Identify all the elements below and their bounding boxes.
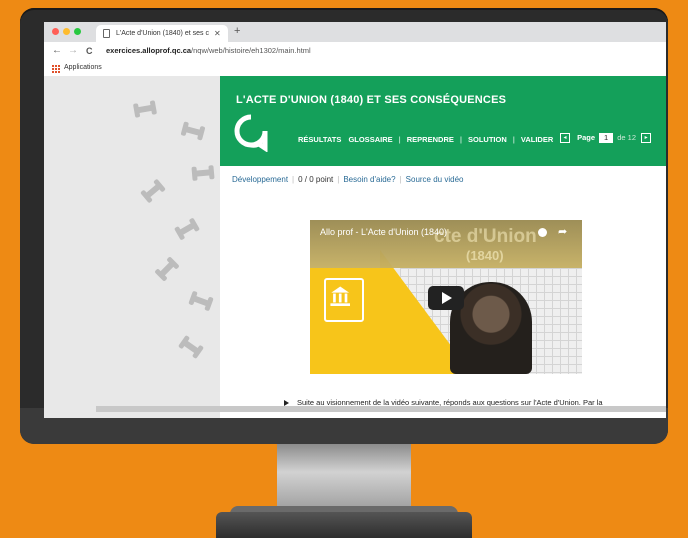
screen: L'Acte d'Union (1840) et ses c ✕ + ← → C… xyxy=(44,22,666,418)
info-separator: | xyxy=(399,175,402,184)
play-button[interactable] xyxy=(428,286,464,310)
monument-icon xyxy=(324,278,364,322)
back-button[interactable]: ← xyxy=(52,45,62,56)
page-title: L'ACTE D'UNION (1840) ET SES CONSÉQUENCE… xyxy=(236,94,507,106)
share-icon[interactable]: ➦ xyxy=(558,225,567,238)
exercise-header: L'ACTE D'UNION (1840) ET SES CONSÉQUENCE… xyxy=(220,76,666,166)
pager: ◂ Page 1 de 12 ▸ xyxy=(560,133,652,145)
dumbbell-icon xyxy=(183,125,203,137)
dumbbell-icon xyxy=(135,104,155,114)
page-number-input[interactable]: 1 xyxy=(599,133,614,144)
window-maximize-button[interactable] xyxy=(74,28,81,35)
browser-toolbar: ← → C exercices.alloprof.qc.ca/nqw/web/h… xyxy=(44,42,666,63)
header-menu: RÉSULTATS GLOSSAIRE | REPRENDRE | SOLUTI… xyxy=(298,135,553,144)
pager-label: Page xyxy=(577,133,596,142)
pager-of: de xyxy=(617,133,626,142)
menu-valider[interactable]: VALIDER xyxy=(521,135,553,144)
url-host: exercices.alloprof.qc.ca xyxy=(106,46,192,55)
info-separator: | xyxy=(337,175,340,184)
menu-reprendre[interactable]: REPRENDRE xyxy=(407,135,454,144)
info-bar: Développement | 0 / 0 point | Besoin d'aide?… xyxy=(232,175,463,184)
tab-close-icon[interactable]: ✕ xyxy=(214,29,221,38)
video-overlay-year: (1840) xyxy=(466,248,504,263)
reload-button[interactable]: C xyxy=(86,46,93,56)
page-icon xyxy=(103,29,110,38)
pager-total: 12 xyxy=(627,133,636,142)
browser-tab-bar: L'Acte d'Union (1840) et ses c ✕ + xyxy=(44,22,666,42)
watch-later-icon[interactable] xyxy=(538,228,547,237)
bookmarks-bar: Applications xyxy=(44,62,666,77)
address-bar[interactable]: exercices.alloprof.qc.ca/nqw/web/histoir… xyxy=(106,46,311,55)
window-minimize-button[interactable] xyxy=(63,28,70,35)
window-close-button[interactable] xyxy=(52,28,59,35)
youtube-video-player[interactable]: cte d'Union (1840) Allo prof - L'Acte d'… xyxy=(310,220,582,374)
menu-separator: | xyxy=(398,135,401,144)
dumbbell-icon xyxy=(158,260,176,278)
tab-title: L'Acte d'Union (1840) et ses c xyxy=(116,30,209,37)
score-text: 0 / 0 point xyxy=(298,175,334,184)
dumbbell-icon xyxy=(177,221,197,237)
monitor-stand-base xyxy=(216,512,472,538)
help-link[interactable]: Besoin d'aide? xyxy=(343,175,395,184)
bookmark-applications[interactable]: Applications xyxy=(64,64,102,71)
next-page-button[interactable]: ▸ xyxy=(641,133,652,144)
developpement-link[interactable]: Développement xyxy=(232,175,288,184)
dumbbell-icon xyxy=(191,295,211,307)
video-title[interactable]: Allo prof - L'Acte d'Union (1840) xyxy=(320,227,447,237)
menu-solution[interactable]: SOLUTION xyxy=(468,135,507,144)
dumbbell-icon xyxy=(181,339,201,355)
forward-button[interactable]: → xyxy=(68,45,78,56)
video-source-link[interactable]: Source du vidéo xyxy=(406,175,464,184)
alloprof-logo-icon xyxy=(234,114,268,152)
left-decorative-panel xyxy=(44,76,220,418)
apps-grid-icon xyxy=(52,65,60,73)
url-path: /nqw/web/histoire/eh1302/main.html xyxy=(191,46,311,55)
info-separator: | xyxy=(292,175,295,184)
menu-separator: | xyxy=(459,135,462,144)
menu-separator: | xyxy=(512,135,515,144)
dumbbell-icon xyxy=(144,182,162,200)
menu-glossaire[interactable]: GLOSSAIRE xyxy=(348,135,392,144)
prev-page-button[interactable]: ◂ xyxy=(560,133,570,144)
new-tab-button[interactable]: + xyxy=(234,25,240,37)
monitor-stand-neck xyxy=(277,444,411,514)
horizontal-scrollbar[interactable] xyxy=(96,406,666,412)
menu-resultats[interactable]: RÉSULTATS xyxy=(298,135,341,144)
video-overlay-title: cte d'Union xyxy=(434,226,537,247)
browser-tab[interactable]: L'Acte d'Union (1840) et ses c ✕ xyxy=(96,25,228,42)
dumbbell-icon xyxy=(193,169,213,177)
